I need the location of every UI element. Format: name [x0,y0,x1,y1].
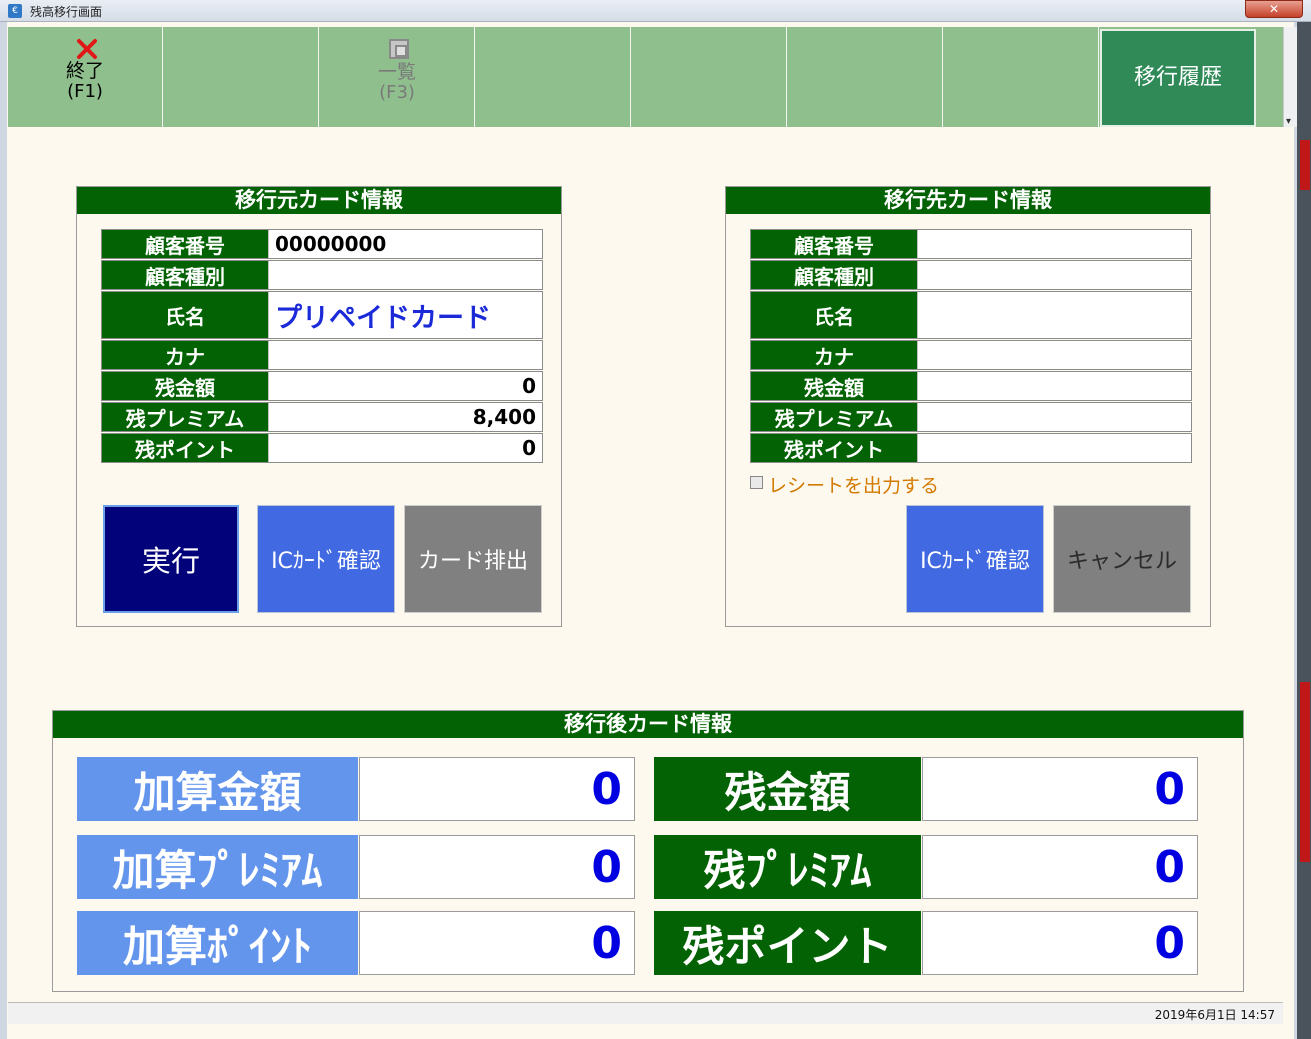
label: 残プレミアム [751,403,917,431]
label: 残金額 [751,372,917,400]
dest-row-name: 氏名 [750,291,1192,339]
source-points-field[interactable]: 0 [268,434,542,462]
list-label: 一覧 [377,61,416,83]
remaining-premium-label: 残ﾌﾟﾚﾐｱﾑ [654,835,921,899]
source-balance-field[interactable]: 0 [268,372,542,400]
dest-panel-header: 移行先カード情報 [726,187,1210,214]
source-row-customer-no: 顧客番号 00000000 [101,229,543,259]
source-ic-card-check-button[interactable]: ICｶｰﾄﾞ確認 [257,505,395,613]
label: カナ [751,341,917,369]
toolbar-slot-6 [788,27,943,127]
dest-kana-field[interactable] [917,341,1191,369]
transfer-history-button[interactable]: 移行履歴 [1100,29,1256,127]
add-points-label: 加算ﾎﾟｲﾝﾄ [77,911,358,975]
list-key: (F3) [379,82,415,103]
dest-premium-field[interactable] [917,403,1191,431]
source-kana-field[interactable] [268,341,542,369]
receipt-checkbox[interactable] [750,476,763,489]
dest-row-kana: カナ [750,340,1192,370]
execute-button[interactable]: 実行 [103,505,239,613]
source-card-panel: 移行元カード情報 顧客番号 00000000 顧客種別 氏名 プリペイドカード … [76,186,562,627]
add-amount-value: 0 [359,757,635,821]
add-amount-label: 加算金額 [77,757,358,821]
dest-row-premium: 残プレミアム [750,402,1192,432]
source-premium-field[interactable]: 8,400 [268,403,542,431]
after-card-panel: 移行後カード情報 加算金額 0 加算ﾌﾟﾚﾐｱﾑ 0 加算ﾎﾟｲﾝﾄ 0 残金額… [52,710,1244,992]
card-eject-button[interactable]: カード排出 [404,505,542,613]
source-name-field[interactable]: プリペイドカード [268,292,542,338]
source-panel-header: 移行元カード情報 [77,187,561,214]
window-close-button[interactable]: ✕ [1245,0,1303,18]
label: 顧客種別 [102,261,268,289]
cancel-button[interactable]: キャンセル [1053,505,1191,613]
label: 残ポイント [751,434,917,462]
source-customer-type-field[interactable] [268,261,542,289]
remaining-balance-label: 残金額 [654,757,921,821]
background-accent [1300,140,1310,190]
dest-row-balance: 残金額 [750,371,1192,401]
app-icon: € [8,4,22,18]
label: 顧客番号 [751,230,917,258]
toolbar-slot-7 [944,27,1099,127]
toolbar-slot-5 [632,27,787,127]
source-row-name: 氏名 プリペイドカード [101,291,543,339]
exit-button[interactable]: 終了 (F1) [8,27,163,127]
exit-key: (F1) [67,81,103,102]
remaining-points-value: 0 [922,911,1198,975]
dest-ic-card-check-button[interactable]: ICｶｰﾄﾞ確認 [906,505,1044,613]
label: 残金額 [102,372,268,400]
list-button[interactable]: 一覧 (F3) [320,27,475,127]
dest-customer-no-field[interactable] [917,230,1191,258]
toolbar-scrollbar[interactable] [1283,27,1297,127]
dest-customer-type-field[interactable] [917,261,1191,289]
status-bar: 2019年6月1日 14:57 [8,1002,1283,1024]
dest-card-panel: 移行先カード情報 顧客番号 顧客種別 氏名 カナ 残金額 残プレミアム 残ポイン… [725,186,1211,627]
toolbar-slot-4 [476,27,631,127]
toolbar: 終了 (F1) 一覧 (F3) [8,27,1283,127]
toolbar-slot-2 [164,27,319,127]
dest-row-customer-type: 顧客種別 [750,260,1192,290]
add-premium-label: 加算ﾌﾟﾚﾐｱﾑ [77,835,358,899]
dest-balance-field[interactable] [917,372,1191,400]
close-icon: ✕ [1268,2,1280,16]
label: 氏名 [751,292,917,338]
source-row-balance: 残金額 0 [101,371,543,401]
background-accent [1300,682,1310,862]
window-title: 残高移行画面 [30,5,103,19]
source-row-premium: 残プレミアム 8,400 [101,402,543,432]
list-icon [389,39,409,59]
dest-row-customer-no: 顧客番号 [750,229,1192,259]
add-premium-value: 0 [359,835,635,899]
label: 残プレミアム [102,403,268,431]
title-bar: € 残高移行画面 ✕ [0,0,1311,22]
label: カナ [102,341,268,369]
background-window-edge [1297,22,1311,1039]
source-row-kana: カナ [101,340,543,370]
label: 顧客番号 [102,230,268,258]
status-datetime: 2019年6月1日 14:57 [1154,1008,1275,1022]
dest-points-field[interactable] [917,434,1191,462]
add-points-value: 0 [359,911,635,975]
receipt-checkbox-label[interactable]: レシートを出力する [768,471,939,498]
source-customer-no-field[interactable]: 00000000 [268,230,542,258]
close-icon [77,39,97,59]
remaining-premium-value: 0 [922,835,1198,899]
label: 氏名 [102,292,268,338]
remaining-balance-value: 0 [922,757,1198,821]
dest-row-points: 残ポイント [750,433,1192,463]
label: 残ポイント [102,434,268,462]
after-panel-header: 移行後カード情報 [53,711,1243,738]
dest-name-field[interactable] [917,292,1191,338]
source-row-customer-type: 顧客種別 [101,260,543,290]
remaining-points-label: 残ポイント [654,911,921,975]
exit-label: 終了 [65,60,104,82]
source-row-points: 残ポイント 0 [101,433,543,463]
label: 顧客種別 [751,261,917,289]
